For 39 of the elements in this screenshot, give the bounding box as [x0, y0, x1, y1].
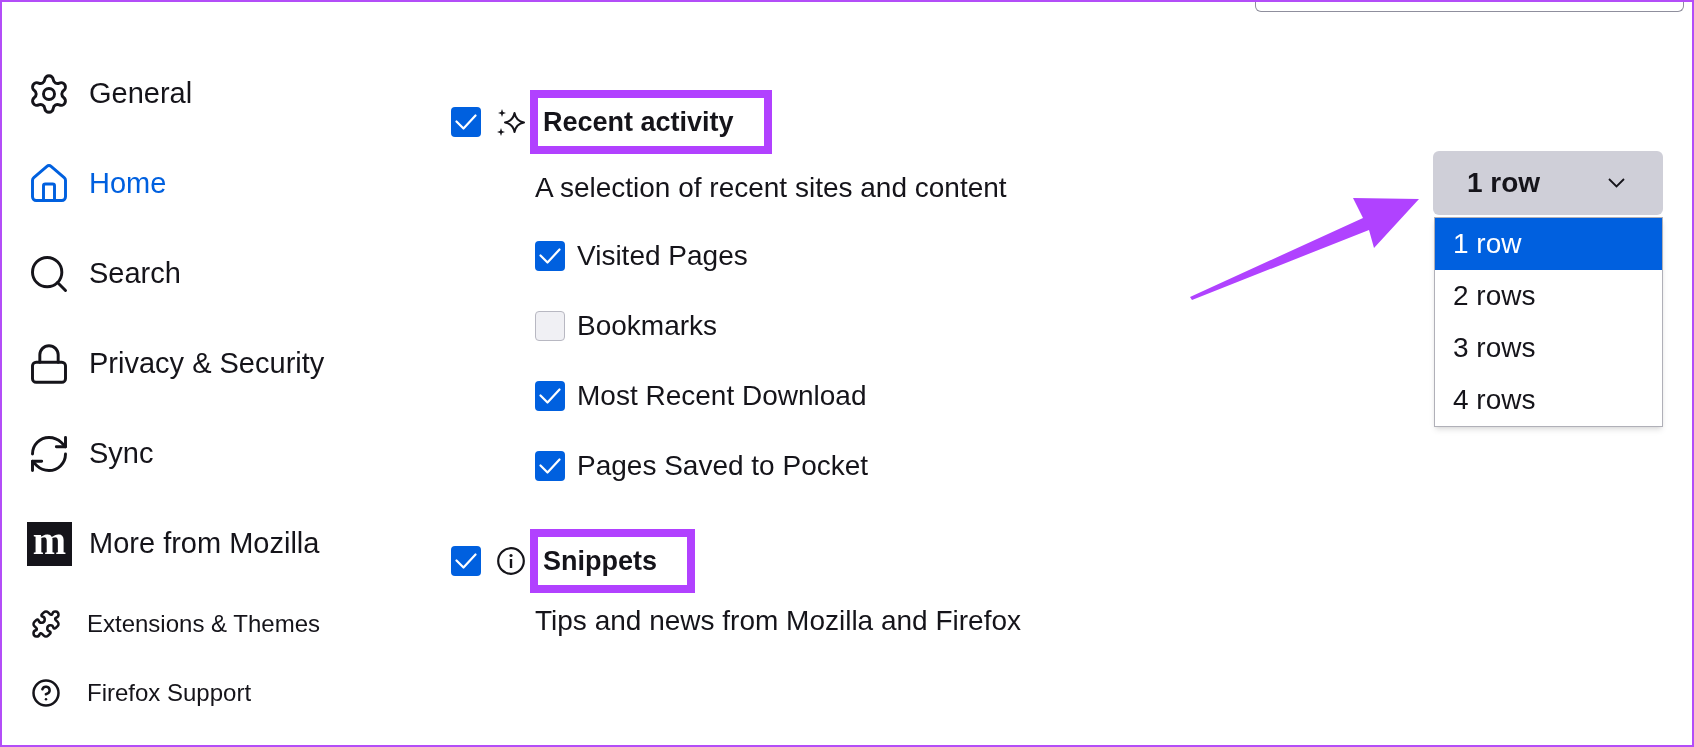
sidebar-item[interactable]: Home — [27, 139, 451, 229]
chevron-down-icon — [1608, 178, 1625, 188]
checkmark-icon — [455, 114, 477, 130]
sidebar-item[interactable]: Privacy & Security — [27, 319, 451, 409]
checkmark-icon — [455, 553, 477, 569]
dropdown-option[interactable]: 1 row — [1435, 218, 1662, 270]
search-field[interactable] — [1255, 2, 1684, 12]
checkmark-icon — [539, 458, 561, 474]
dropdown-option[interactable]: 2 rows — [1435, 270, 1662, 322]
help-icon — [31, 677, 61, 708]
puzzle-icon — [31, 608, 61, 639]
rows-dropdown[interactable]: 1 row — [1433, 151, 1663, 215]
section-description: A selection of recent sites and content — [535, 170, 1007, 205]
checkbox-label[interactable]: Bookmarks — [577, 305, 718, 347]
section-heading: Recent activity — [543, 106, 734, 139]
sidebar-item[interactable]: General — [27, 49, 451, 139]
sidebar-item[interactable]: m More from Mozilla — [27, 499, 451, 589]
sidebar-item[interactable]: Sync — [27, 409, 451, 499]
checkmark-icon — [539, 248, 561, 264]
sidebar-item[interactable]: Extensions & Themes — [27, 589, 451, 658]
sparkles-icon — [497, 108, 525, 136]
checkmark-icon — [539, 388, 561, 404]
checkbox[interactable] — [535, 381, 565, 411]
section-description: Tips and news from Mozilla and Firefox — [535, 604, 1022, 638]
checkbox[interactable] — [535, 241, 565, 271]
dropdown-option[interactable]: 3 rows — [1435, 322, 1662, 374]
checkbox-label[interactable]: Most Recent Download — [577, 375, 867, 417]
checkbox[interactable] — [535, 311, 565, 341]
sidebar-item[interactable]: Search — [27, 229, 451, 319]
checkbox[interactable] — [451, 546, 481, 576]
checkbox[interactable] — [535, 451, 565, 481]
dropdown-option[interactable]: 4 rows — [1435, 374, 1662, 426]
section-heading: Snippets — [543, 545, 657, 578]
checkbox[interactable] — [451, 107, 481, 137]
checkbox-label[interactable]: Visited Pages — [577, 235, 748, 277]
sidebar-item[interactable]: Firefox Support — [27, 658, 451, 727]
info-icon — [497, 547, 525, 575]
logo-icon: m — [27, 522, 72, 566]
checkbox-label[interactable]: Pages Saved to Pocket — [577, 445, 869, 487]
